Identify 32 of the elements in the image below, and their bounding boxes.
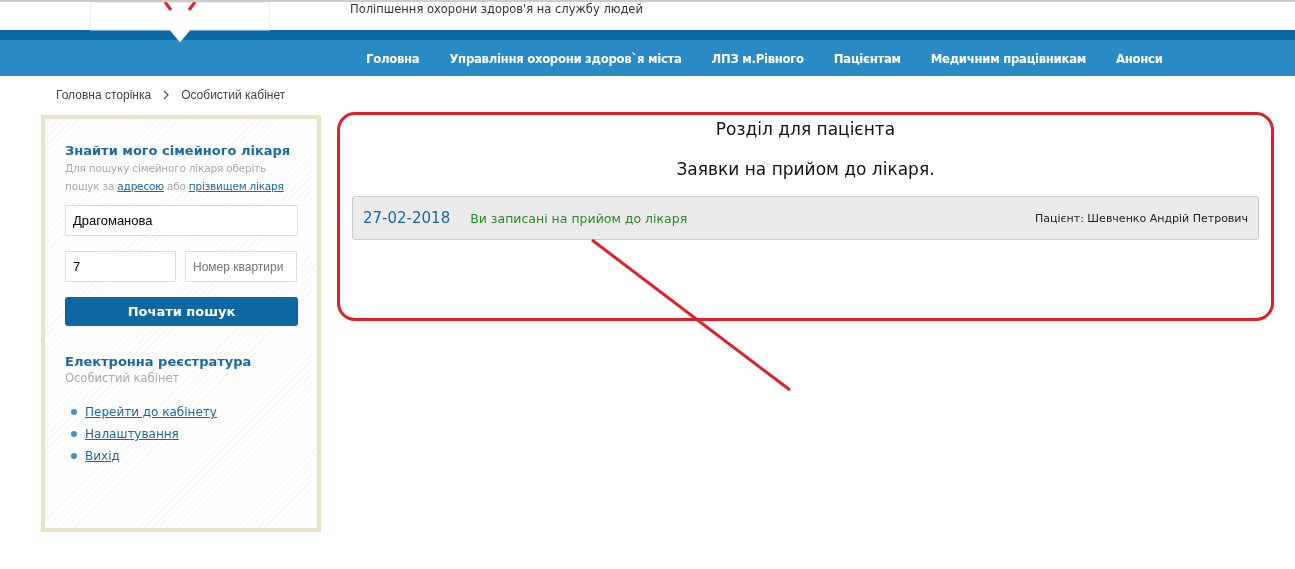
registry-subtitle: Особистий кабінет xyxy=(65,371,181,385)
section-subtitle: Заявки на прийом до лікаря. xyxy=(675,159,936,179)
registry-link[interactable]: Перейти до кабінету xyxy=(85,405,217,419)
nav-link[interactable]: Анонси xyxy=(1116,50,1163,66)
logo-icon[interactable] xyxy=(90,2,270,44)
patient-name: Пацієнт: Шевченко Андрій Петрович xyxy=(1034,211,1248,225)
appointment-status: Ви записані на прийом до лікаря xyxy=(470,210,688,226)
search-button[interactable]: Почати пошук xyxy=(65,297,298,326)
bullet-icon xyxy=(71,409,77,415)
registry-link[interactable]: Вихід xyxy=(85,449,120,463)
bullet-icon xyxy=(71,431,77,437)
house-field[interactable]: 7 xyxy=(65,251,176,282)
site-tagline: Поліпшення охорони здоров'я на службу людей xyxy=(350,2,643,16)
breadcrumb-link[interactable]: Особистий кабінет xyxy=(181,87,286,102)
nav-link[interactable]: Головна xyxy=(366,50,420,66)
appointment-date: 27-02-2018 xyxy=(363,209,451,227)
chevron-icon xyxy=(163,89,170,100)
apartment-field[interactable]: Номер квартири xyxy=(185,251,297,282)
street-field[interactable]: Драгоманова xyxy=(65,205,298,236)
nav-link[interactable]: Управління охорони здоров`я міста xyxy=(449,50,682,66)
finder-title: Знайти мого сімейного лікаря xyxy=(65,143,292,158)
finder-hint: Для пошуку сімейного лікаря оберіть пошук за адресою або прізвищем лікаря xyxy=(65,161,285,194)
section-title: Розділ для пацієнта xyxy=(714,119,897,139)
nav-link[interactable]: Медичним працівникам xyxy=(930,50,1086,66)
registry-link[interactable]: Налаштування xyxy=(85,427,179,441)
surname-link[interactable]: прізвищем лікаря xyxy=(188,180,284,192)
nav-link[interactable]: ЛПЗ м.Рівного xyxy=(711,50,804,66)
bullet-icon xyxy=(71,453,77,459)
breadcrumb-link[interactable]: Головна сторінка xyxy=(56,87,152,102)
nav-link[interactable]: Пацієнтам xyxy=(833,50,901,66)
registry-title: Електронна реєстратура xyxy=(65,354,253,369)
address-link[interactable]: адресою xyxy=(117,180,164,192)
